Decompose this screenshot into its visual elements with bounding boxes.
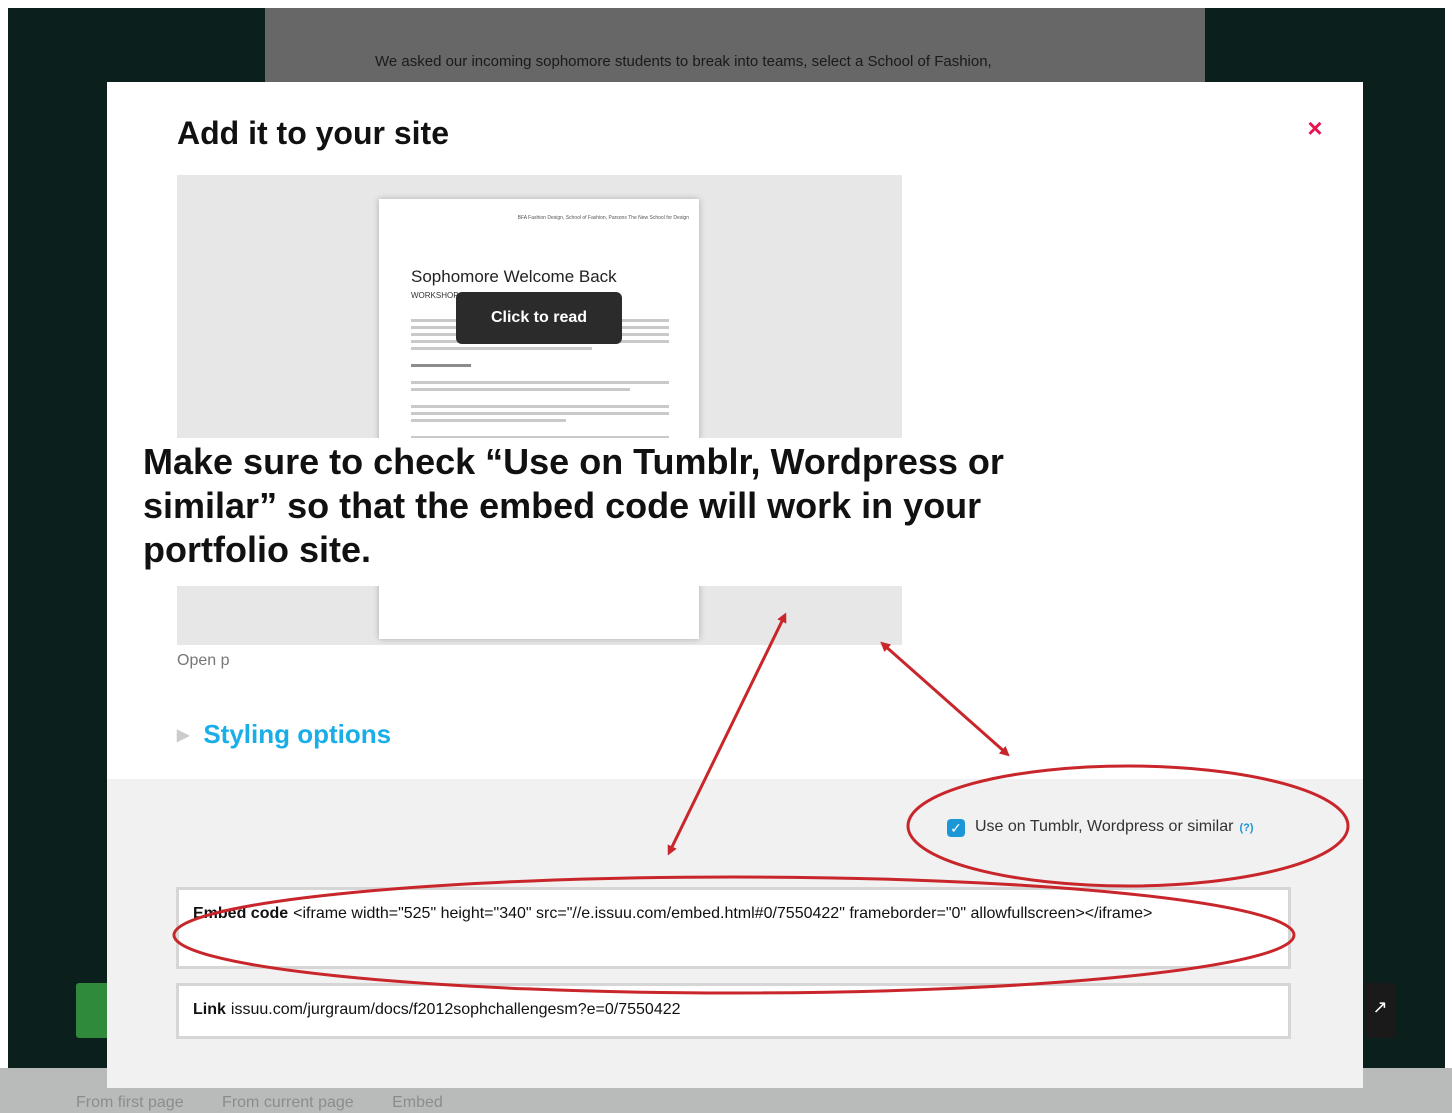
embed-code-label: Embed code [193, 905, 289, 922]
from-first-page-link: From first page [76, 1094, 184, 1111]
background-intro-text: We asked our incoming sophomore students… [375, 53, 992, 70]
open-publication-link[interactable]: Open p [177, 652, 229, 670]
from-current-page-link: From current page [222, 1094, 354, 1111]
embed-code-field[interactable]: Embed code <iframe width="525" height="34… [176, 887, 1291, 969]
use-on-tumblr-label: Use on Tumblr, Wordpress or similar [975, 818, 1234, 835]
expand-icon: ↗ [1365, 983, 1395, 1038]
background-share-button [76, 983, 110, 1038]
background-bottom-links: From first page From current page Embed [76, 1094, 477, 1112]
screen: We asked our incoming sophomore students… [0, 0, 1452, 1113]
modal-title: Add it to your site [177, 115, 449, 151]
annotation-text: Make sure to check “Use on Tumblr, Wordp… [133, 438, 1093, 586]
expand-triangle-icon: ▶ [177, 727, 190, 744]
link-field[interactable]: Link issuu.com/jurgraum/docs/f2012sophcha… [176, 983, 1291, 1039]
click-to-read-button[interactable]: Click to read [456, 292, 622, 344]
checkbox-checked-icon[interactable]: ✓ [947, 819, 965, 837]
styling-options-label: Styling options [203, 719, 392, 749]
embed-link: Embed [392, 1094, 443, 1111]
help-link[interactable]: (?) [1239, 822, 1253, 834]
link-label: Link [193, 1001, 226, 1018]
embed-code-value[interactable]: <iframe width="525" height="340" src="//… [293, 905, 1152, 922]
close-icon[interactable]: × [1303, 115, 1327, 141]
styling-options-toggle[interactable]: ▶ Styling options [177, 719, 391, 750]
document-header: BFA Fashion Design, School of Fashion, P… [517, 215, 689, 221]
document-title: Sophomore Welcome Back [411, 267, 617, 286]
link-value[interactable]: issuu.com/jurgraum/docs/f2012sophchallen… [231, 1001, 681, 1018]
use-on-tumblr-checkbox-row[interactable]: ✓ Use on Tumblr, Wordpress or similar (?) [947, 818, 1254, 837]
